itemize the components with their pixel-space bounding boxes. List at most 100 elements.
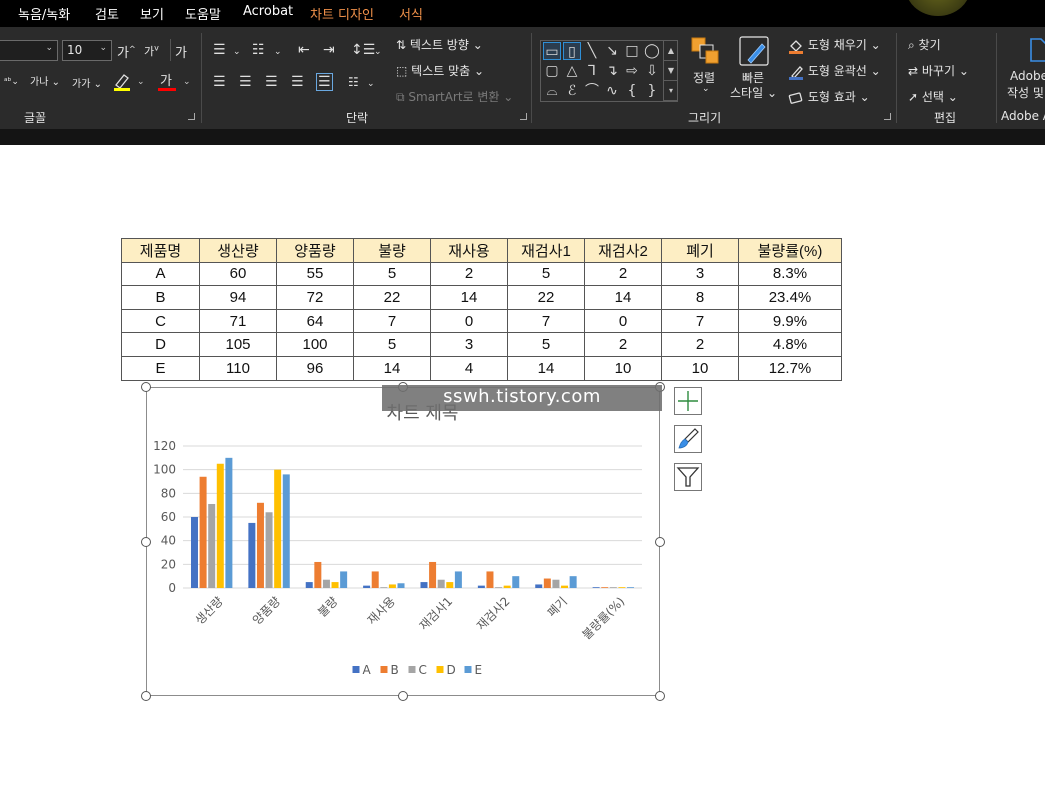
bullets-icon[interactable]: ☰ (213, 43, 226, 57)
adobe-create-button[interactable] (1028, 37, 1045, 66)
chart-filters-button[interactable] (674, 463, 702, 491)
text-direction-button[interactable]: ⇅ 텍스트 방향 ⌄ (396, 36, 483, 53)
table-cell[interactable]: 60 (199, 261, 277, 287)
text-shadow-button[interactable]: 가나 ⌄ (30, 73, 60, 88)
table-header-cell[interactable]: 제품명 (121, 238, 200, 263)
table-cell[interactable]: 0 (430, 308, 508, 334)
table-cell[interactable]: 0 (584, 308, 662, 334)
columns-icon[interactable]: ☷ (348, 75, 359, 89)
table-cell[interactable]: 7 (661, 308, 739, 334)
resize-handle-top-left[interactable] (141, 382, 151, 392)
table-cell[interactable]: 12.7% (738, 355, 842, 381)
down-arrow-shape-icon[interactable]: ⇩ (643, 62, 661, 80)
table-header-cell[interactable]: 재검사1 (507, 238, 585, 263)
arrange-button[interactable] (690, 35, 722, 70)
table-cell[interactable]: 5 (353, 332, 431, 357)
account-avatar[interactable] (905, 0, 971, 16)
clear-format-button[interactable]: 가 (175, 42, 187, 61)
table-cell[interactable]: 23.4% (738, 285, 842, 310)
table-cell[interactable]: 3 (661, 261, 739, 287)
font-family-combo[interactable]: ⌄ (0, 40, 58, 61)
table-header-cell[interactable]: 불량률(%) (738, 238, 842, 263)
table-cell[interactable]: 22 (353, 285, 431, 310)
table-cell[interactable]: 2 (430, 261, 508, 287)
table-header-cell[interactable]: 양품량 (276, 238, 354, 263)
table-cell[interactable]: E (121, 355, 200, 381)
table-cell[interactable]: 8 (661, 285, 739, 310)
data-table[interactable]: 제품명 생산량 양품량 불량 재사용 재검사1 재검사2 폐기 불량률(%) A 60 55 5 2 5 2… (121, 238, 842, 381)
table-cell[interactable]: 14 (507, 355, 585, 381)
table-cell[interactable]: 22 (507, 285, 585, 310)
tab-record[interactable]: 녹음/녹화 (18, 4, 70, 23)
font-dialog-launcher[interactable] (188, 113, 195, 120)
resize-handle-left[interactable] (141, 537, 151, 547)
rounded-rect-shape-icon[interactable]: ▢ (543, 62, 561, 80)
oval-shape-icon[interactable]: ◯ (643, 42, 661, 60)
chevron-down-icon[interactable]: ⌄ (367, 77, 375, 91)
select-button[interactable]: ➚ 선택 ⌄ (908, 88, 958, 105)
line-shape-icon[interactable]: ╲ (583, 42, 601, 60)
drawing-dialog-launcher[interactable] (884, 113, 891, 120)
freeform-shape-icon[interactable]: ⌓ (543, 82, 561, 100)
shape-gallery[interactable]: ▭ ▯ ╲ ↘ □ ◯ ▢ △ ⅂ ↴ ⇨ ⇩ ⌓ ℰ ⌒ ∿ { } ▲ ▼ … (540, 40, 678, 102)
line-spacing-icon[interactable]: ↕☰ (351, 43, 375, 57)
table-cell[interactable]: 2 (584, 332, 662, 357)
tab-review[interactable]: 검토 (95, 4, 119, 23)
tab-chart-design[interactable]: 차트 디자인 (310, 4, 374, 23)
increase-indent-icon[interactable]: ⇥ (323, 43, 335, 57)
justify-icon[interactable]: ☰ (291, 75, 304, 89)
table-cell[interactable]: 5 (507, 261, 585, 287)
table-cell[interactable]: 72 (276, 285, 354, 310)
resize-handle-bottom-right[interactable] (655, 691, 665, 701)
font-size-combo[interactable]: 10 ⌄ (62, 40, 112, 61)
table-cell[interactable]: 10 (584, 355, 662, 381)
table-cell[interactable]: 96 (276, 355, 354, 381)
char-spacing-button[interactable]: ᵃᵇ⌄ (4, 77, 19, 87)
vertical-text-box-shape-icon[interactable]: ▯ (563, 42, 581, 60)
table-cell[interactable]: 3 (430, 332, 508, 357)
grow-font-button[interactable]: 가^ (117, 42, 136, 61)
change-case-button[interactable]: 가가 ⌄ (72, 75, 102, 90)
table-cell[interactable]: C (121, 308, 200, 334)
table-cell[interactable]: 4.8% (738, 332, 842, 357)
table-cell[interactable]: 100 (276, 332, 354, 357)
table-header-cell[interactable]: 재검사2 (584, 238, 662, 263)
shrink-font-button[interactable]: 가v (144, 43, 159, 59)
text-box-shape-icon[interactable]: ▭ (543, 42, 561, 60)
chart-elements-button[interactable] (674, 387, 702, 415)
replace-button[interactable]: ⇄ 바꾸기 ⌄ (908, 62, 969, 79)
resize-handle-right[interactable] (655, 537, 665, 547)
table-cell[interactable]: 94 (199, 285, 277, 310)
table-cell[interactable]: 2 (584, 261, 662, 287)
quick-styles-button[interactable] (738, 34, 772, 71)
table-cell[interactable]: 5 (507, 332, 585, 357)
paragraph-dialog-launcher[interactable] (520, 113, 527, 120)
rectangle-shape-icon[interactable]: □ (623, 42, 641, 60)
align-right-icon[interactable]: ☰ (265, 75, 278, 89)
tab-help[interactable]: 도움말 (185, 4, 221, 23)
table-cell[interactable]: D (121, 332, 200, 357)
arc-shape-icon[interactable]: ⌒ (583, 82, 601, 100)
chevron-down-icon[interactable]: ⌄ (274, 45, 282, 59)
align-center-icon[interactable]: ☰ (239, 75, 252, 89)
table-cell[interactable]: B (121, 285, 200, 310)
smartart-button[interactable]: ⧉ SmartArt로 변환 ⌄ (396, 88, 513, 105)
distributed-icon[interactable]: ☰ (316, 73, 333, 91)
left-brace-shape-icon[interactable]: { (623, 82, 641, 100)
table-cell[interactable]: 9.9% (738, 308, 842, 334)
table-cell[interactable]: 64 (276, 308, 354, 334)
align-left-icon[interactable]: ☰ (213, 75, 226, 89)
tab-view[interactable]: 보기 (140, 4, 164, 23)
chevron-up-icon[interactable]: ▲ (664, 41, 678, 61)
table-cell[interactable]: 4 (430, 355, 508, 381)
find-button[interactable]: ⌕ 찾기 (908, 36, 941, 53)
chart-styles-button[interactable] (674, 425, 702, 453)
gallery-more-icon[interactable]: ▾ (664, 81, 678, 101)
table-cell[interactable]: 5 (353, 261, 431, 287)
table-cell[interactable]: 7 (507, 308, 585, 334)
tab-format[interactable]: 서식 (399, 4, 423, 23)
decrease-indent-icon[interactable]: ⇤ (298, 43, 310, 57)
table-cell[interactable]: 14 (353, 355, 431, 381)
tab-acrobat[interactable]: Acrobat (243, 4, 293, 19)
highlight-button[interactable]: ⌄ (110, 71, 148, 96)
